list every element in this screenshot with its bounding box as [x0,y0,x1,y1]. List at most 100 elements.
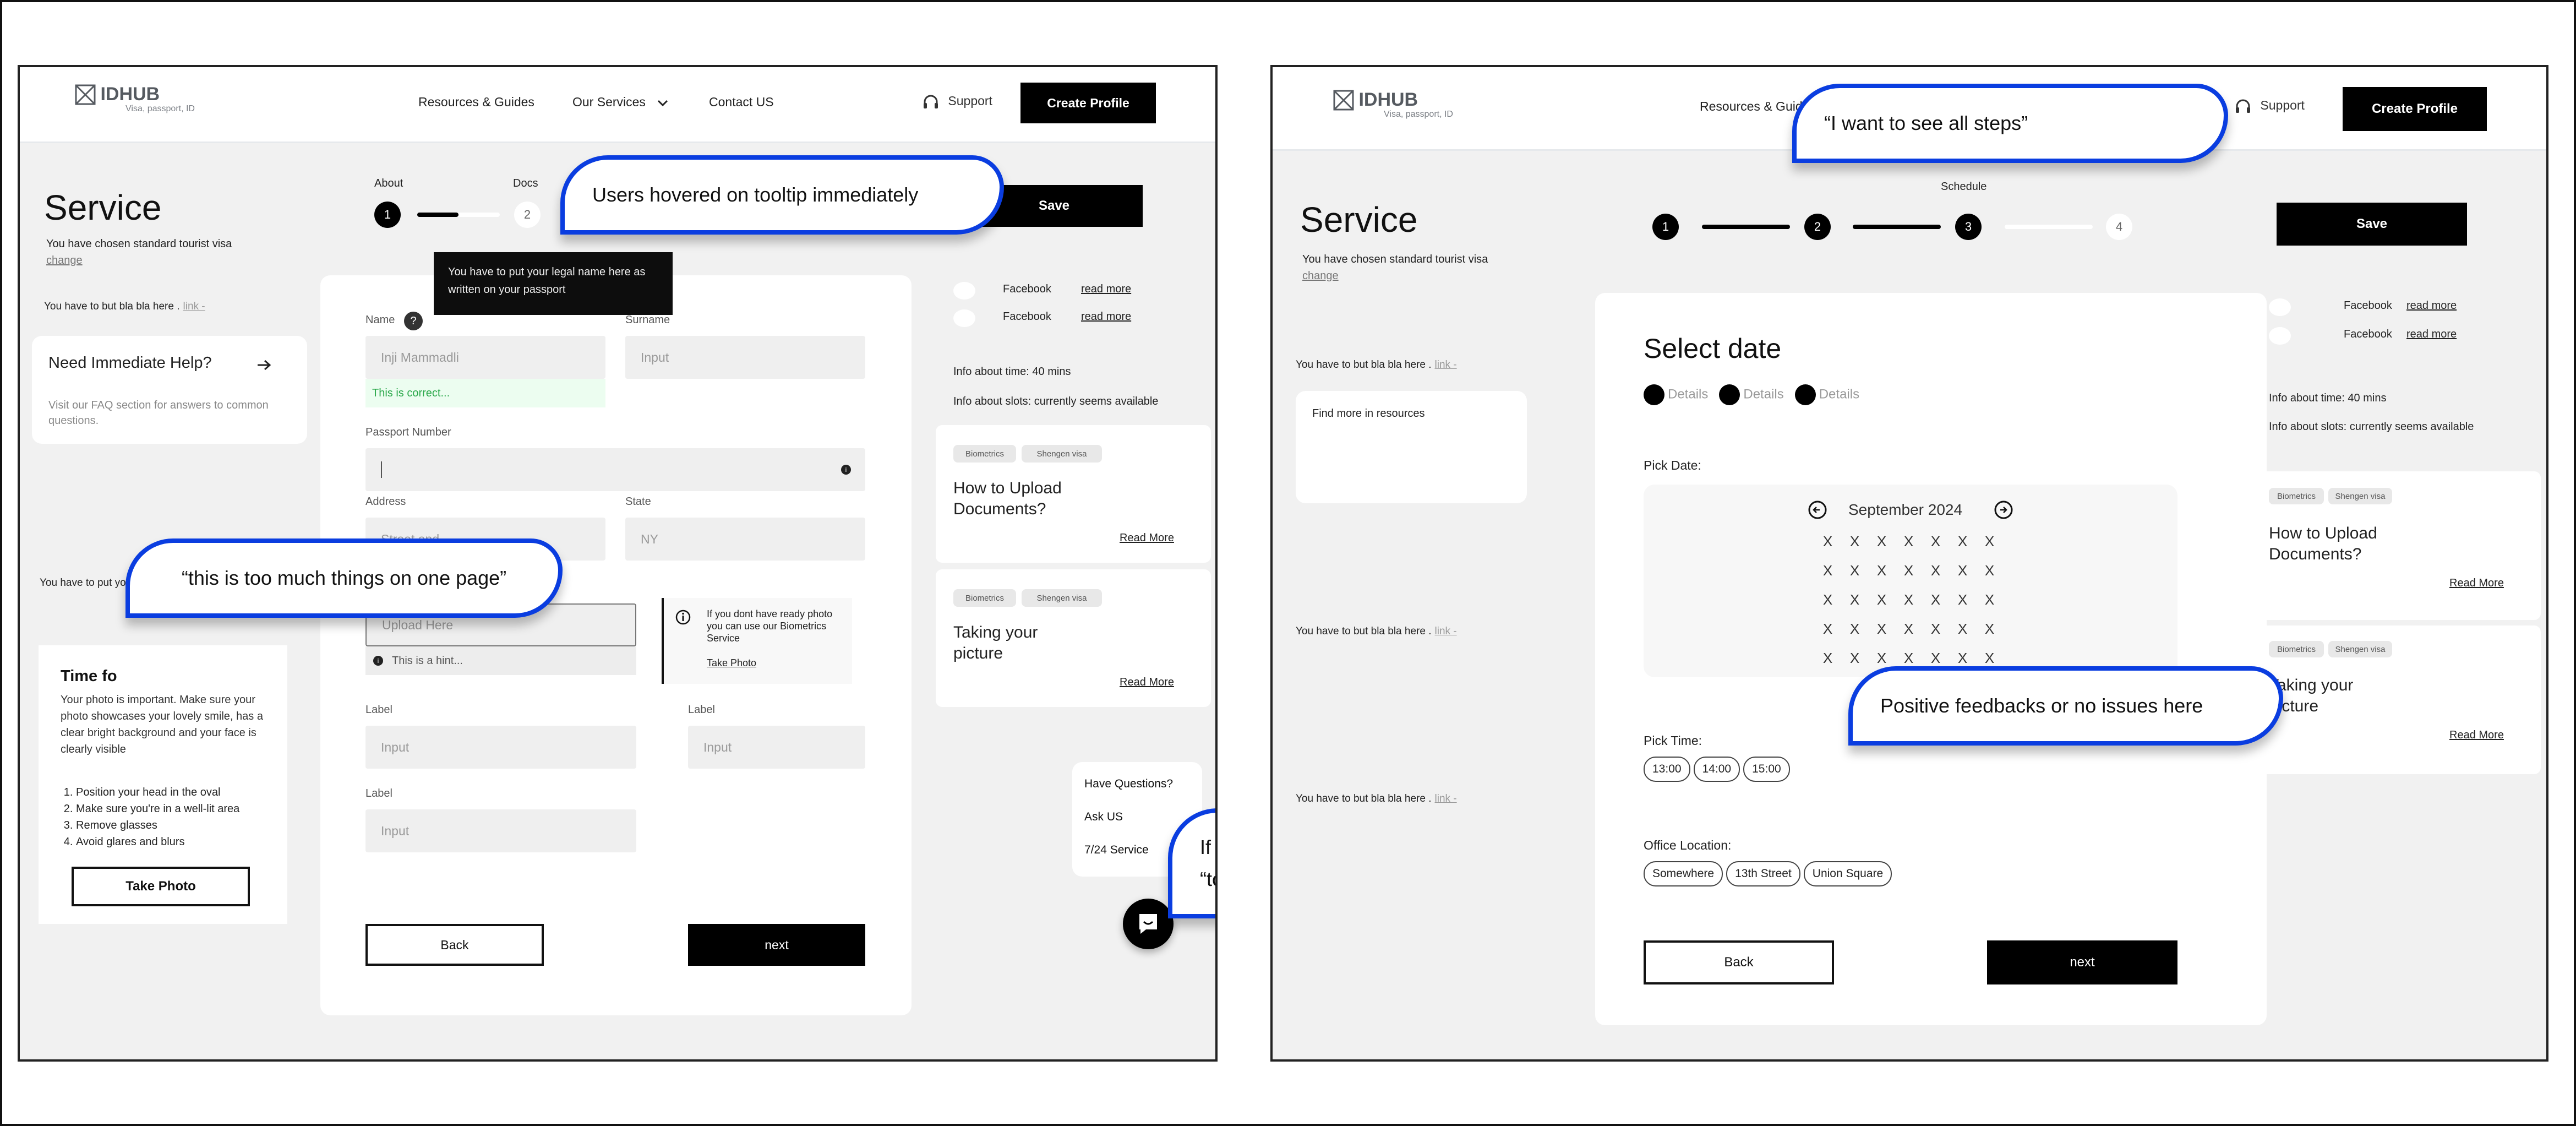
calendar-day[interactable]: X [1949,562,1976,579]
calendar-day[interactable]: X [1841,562,1868,579]
calendar-day[interactable]: X [1841,650,1868,667]
extra-field-input[interactable]: Input [688,726,865,769]
create-profile-button[interactable]: Create Profile [1020,83,1156,123]
office-chip[interactable]: Somewhere [1644,861,1723,886]
resources-card[interactable]: Find more in resources [1296,391,1527,503]
article-tag[interactable]: Shengen visa [1022,445,1102,463]
article-card[interactable]: Biometrics Shengen visa Taking your pict… [2250,625,2541,774]
social-read-more-link[interactable]: read more [2406,328,2457,341]
calendar-day[interactable]: X [1895,591,1922,608]
calendar-day[interactable]: X [1841,533,1868,550]
nav-resources[interactable]: Resources & Guides [418,95,534,110]
calendar-day[interactable]: X [1949,621,1976,638]
info-icon[interactable]: i [841,465,851,475]
time-chip[interactable]: 13:00 [1644,757,1690,782]
article-tag[interactable]: Biometrics [2269,641,2324,657]
prev-month-icon[interactable] [1808,500,1827,520]
calendar-day[interactable]: X [1868,562,1895,579]
support-link[interactable]: Support [923,94,992,110]
calendar-day[interactable]: X [1868,621,1895,638]
step-3[interactable]: 3 [1955,214,1982,240]
calendar-day[interactable]: X [1922,591,1949,608]
calendar-day[interactable]: X [1976,591,2003,608]
step-1[interactable]: 1 [1652,214,1679,240]
calendar-day[interactable]: X [1922,533,1949,550]
calendar-day[interactable]: X [1868,650,1895,667]
article-tag[interactable]: Biometrics [953,589,1016,607]
article-card[interactable]: Biometrics Shengen visa How to Upload Do… [936,425,1211,563]
calendar-day[interactable]: X [1922,562,1949,579]
step-2[interactable]: 2 [514,202,541,228]
substep[interactable]: Details [1794,384,1859,405]
calendar-day[interactable]: X [1895,650,1922,667]
time-chip[interactable]: 14:00 [1693,757,1740,782]
substep[interactable]: Details [1644,384,1708,405]
calendar-day[interactable]: X [1949,591,1976,608]
state-input[interactable]: NY [625,518,865,561]
passport-input[interactable]: i [365,448,865,491]
substep[interactable]: Details [1719,384,1784,405]
sidebar-hint-link[interactable]: link - [1435,625,1457,637]
step-1[interactable]: 1 [374,202,401,228]
calendar-day[interactable]: X [1895,562,1922,579]
calendar-day[interactable]: X [1976,621,2003,638]
change-link[interactable]: change [1302,270,1339,282]
calendar-day[interactable]: X [1976,562,2003,579]
social-read-more-link[interactable]: read more [1081,283,1131,296]
calendar-day[interactable]: X [1895,621,1922,638]
step-2[interactable]: 2 [1804,214,1831,240]
calendar-day[interactable]: X [1814,650,1841,667]
sidebar-hint-link[interactable]: link - [1435,359,1457,371]
calendar-day[interactable]: X [1922,621,1949,638]
support-link[interactable]: Support [2235,98,2305,114]
nav-services[interactable]: Our Services [572,95,669,110]
calendar-day[interactable]: X [1841,591,1868,608]
calendar-day[interactable]: X [1895,533,1922,550]
article-read-more-link[interactable]: Read More [2449,577,2504,590]
time-chip[interactable]: 15:00 [1743,757,1790,782]
calendar-day[interactable]: X [1868,533,1895,550]
change-link[interactable]: change [46,254,83,266]
article-read-more-link[interactable]: Read More [2449,729,2504,742]
sidebar-hint-link[interactable]: link - [183,301,205,312]
calendar-day[interactable]: X [1814,591,1841,608]
calendar-day[interactable]: X [1868,591,1895,608]
article-tag[interactable]: Shengen visa [1022,589,1102,607]
back-button[interactable]: Back [365,924,544,966]
article-card[interactable]: Biometrics Shengen visa Taking your pict… [936,569,1211,707]
calendar-day[interactable]: X [1841,621,1868,638]
extra-field-input[interactable]: Input [365,726,636,769]
create-profile-button[interactable]: Create Profile [2343,87,2487,131]
article-card[interactable]: Biometrics Shengen visa How to Upload Do… [2250,471,2541,620]
back-button[interactable]: Back [1644,940,1834,984]
social-read-more-link[interactable]: read more [1081,311,1131,323]
article-read-more-link[interactable]: Read More [1120,676,1174,689]
surname-input[interactable]: Input [625,336,865,379]
ask-us-link[interactable]: Ask US [1084,810,1123,824]
chat-button[interactable] [1123,899,1174,949]
logo[interactable]: IDHUB Visa, passport, ID [1333,89,1453,119]
calendar-day[interactable]: X [1814,562,1841,579]
name-input[interactable]: Inji Mammadli [365,336,605,379]
office-chip[interactable]: Union Square [1803,861,1892,886]
next-month-icon[interactable] [1994,500,2013,520]
sidebar-hint-link[interactable]: link - [1435,793,1457,804]
help-card[interactable]: Need Immediate Help? Visit our FAQ secti… [32,336,307,444]
social-read-more-link[interactable]: read more [2406,300,2457,312]
extra-field-input[interactable]: Input [365,809,636,852]
calendar-day[interactable]: X [1814,533,1841,550]
article-tag[interactable]: Biometrics [953,445,1016,463]
next-button[interactable]: next [688,924,865,966]
calendar-day[interactable]: X [1814,621,1841,638]
article-read-more-link[interactable]: Read More [1120,532,1174,545]
take-photo-button[interactable]: Take Photo [72,867,250,906]
save-button[interactable]: Save [2277,203,2467,246]
biometrics-take-photo-link[interactable]: Take Photo [707,657,756,669]
calendar-day[interactable]: X [1976,650,2003,667]
article-tag[interactable]: Shengen visa [2328,641,2392,657]
calendar-day[interactable]: X [1976,533,2003,550]
calendar-day[interactable]: X [1949,650,1976,667]
nav-contact[interactable]: Contact US [709,95,774,110]
calendar-day[interactable]: X [1922,650,1949,667]
office-chip[interactable]: 13th Street [1726,861,1800,886]
